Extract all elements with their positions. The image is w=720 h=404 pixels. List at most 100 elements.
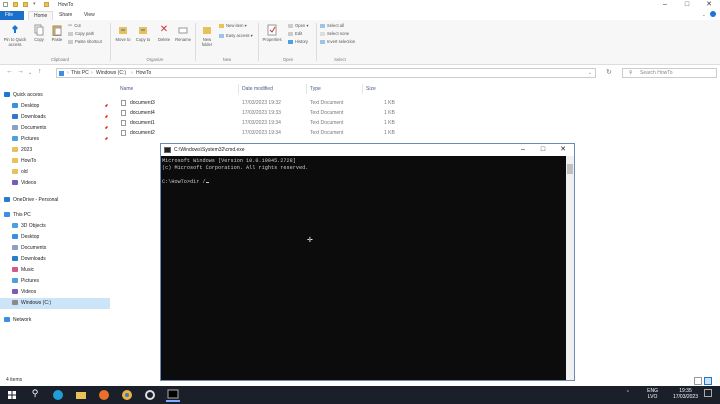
cmd-titlebar[interactable]: C:\Windows\System32\cmd.exe – □ ✕ xyxy=(161,144,574,156)
expand-ribbon-icon[interactable]: ⌄ xyxy=(702,12,706,18)
address-dropdown-icon[interactable]: ⌄ xyxy=(588,70,592,76)
properties-quick-icon[interactable] xyxy=(13,2,18,7)
file-row[interactable]: document3 17/03/2023 19:32 Text Document 1 … xyxy=(118,98,408,108)
cmd-minimize-button[interactable]: – xyxy=(513,144,533,156)
recent-locations-icon[interactable]: ⌄ xyxy=(28,70,32,76)
copy-path-button[interactable]: Copy path xyxy=(68,31,94,37)
sidebar-item-windows-c[interactable]: Windows (C:) xyxy=(0,298,110,309)
new-item-button[interactable]: New item ▾ xyxy=(219,23,247,29)
copy-to-button[interactable]: Copy to xyxy=(134,24,152,42)
rename-button[interactable]: Rename xyxy=(174,24,192,42)
notifications-icon[interactable] xyxy=(704,389,712,397)
large-icons-view-icon[interactable] xyxy=(704,377,712,385)
firefox-icon[interactable] xyxy=(97,388,111,402)
tray-chevron-icon[interactable]: ⌃ xyxy=(626,390,630,396)
address-bar[interactable]: › This PC › Windows (C:) › HowTo ⌄ xyxy=(56,68,596,78)
sidebar-item-downloads[interactable]: Downloads xyxy=(12,254,46,265)
language-layout: LVO xyxy=(647,394,658,400)
maximize-button[interactable]: □ xyxy=(676,0,698,10)
sidebar-item-quick-access[interactable]: Quick access xyxy=(4,90,43,101)
sidebar-item-network[interactable]: Network xyxy=(4,315,31,326)
sidebar-item-2023[interactable]: 2023 xyxy=(12,145,32,156)
file-row[interactable]: document4 17/03/2023 19:33 Text Document 1 … xyxy=(118,108,408,118)
refresh-icon[interactable]: ↻ xyxy=(606,68,612,76)
file-list: Name Date modified Type Size document3 17… xyxy=(118,82,718,142)
pin-icon[interactable]: 📌 xyxy=(104,137,108,141)
clock[interactable]: 19:35 17/03/2023 xyxy=(673,388,698,400)
column-header-size[interactable]: Size xyxy=(366,86,376,92)
delete-button[interactable]: ✕ Delete xyxy=(155,24,173,42)
sidebar-item-videos[interactable]: Videos xyxy=(12,178,36,189)
edge-icon[interactable] xyxy=(51,388,65,402)
sidebar-item-howto[interactable]: HowTo xyxy=(12,156,36,167)
sidebar-item-3d-objects[interactable]: 3D Objects xyxy=(12,221,46,232)
open-button[interactable]: Open ▾ xyxy=(288,23,309,29)
new-folder-button[interactable]: New folder xyxy=(198,24,216,47)
breadcrumb-windows-c[interactable]: Windows (C:) xyxy=(96,70,126,76)
file-row[interactable]: document1 17/03/2023 19:34 Text Document 1 … xyxy=(118,118,408,128)
sidebar-item-pictures[interactable]: Pictures xyxy=(12,134,39,145)
pin-icon[interactable]: 📌 xyxy=(104,115,108,119)
sidebar-item-this-pc[interactable]: This PC xyxy=(4,210,31,221)
column-header-name[interactable]: Name xyxy=(120,86,133,92)
folder-icon xyxy=(12,245,18,251)
minimize-button[interactable]: – xyxy=(654,0,676,10)
breadcrumb-this-pc[interactable]: This PC xyxy=(71,70,89,76)
cmd-scrollbar-thumb[interactable] xyxy=(567,164,573,174)
chrome-icon[interactable] xyxy=(120,388,134,402)
chevron-down-icon[interactable]: ▾ xyxy=(33,2,38,7)
pin-icon[interactable]: 📌 xyxy=(104,126,108,130)
sidebar-item-music[interactable]: Music xyxy=(12,265,34,276)
search-taskbar-icon[interactable]: ⚲ xyxy=(28,388,42,402)
column-header-type[interactable]: Type xyxy=(310,86,321,92)
details-view-icon[interactable] xyxy=(694,377,702,385)
sidebar-item-old[interactable]: old xyxy=(12,167,28,178)
scissors-icon: ✂ xyxy=(68,23,73,29)
paste-button[interactable]: Paste xyxy=(49,24,65,42)
sidebar-item-videos[interactable]: Videos xyxy=(12,287,36,298)
paste-shortcut-button[interactable]: Paste shortcut xyxy=(68,39,102,45)
copy-button[interactable]: Copy xyxy=(31,24,47,42)
help-icon[interactable] xyxy=(710,11,716,17)
tab-share[interactable]: Share xyxy=(54,11,77,20)
start-button[interactable] xyxy=(5,388,19,402)
cmd-maximize-button[interactable]: □ xyxy=(533,144,553,156)
close-button[interactable]: ✕ xyxy=(698,0,720,10)
sidebar-item-pictures[interactable]: Pictures xyxy=(12,276,39,287)
sidebar-item-downloads[interactable]: Downloads xyxy=(12,112,46,123)
up-arrow-icon[interactable]: ↑ xyxy=(38,68,42,75)
cmd-close-button[interactable]: ✕ xyxy=(553,144,573,156)
easy-access-button[interactable]: Easy access ▾ xyxy=(219,33,253,39)
edit-button[interactable]: Edit xyxy=(288,31,302,37)
forward-arrow-icon[interactable]: → xyxy=(17,68,24,75)
properties-button[interactable]: Properties xyxy=(260,24,284,42)
sidebar-item-desktop[interactable]: Desktop xyxy=(12,101,39,112)
move-to-button[interactable]: Move to xyxy=(114,24,132,42)
tab-view[interactable]: View xyxy=(79,11,100,20)
select-none-button[interactable]: Select none xyxy=(320,31,349,37)
file-row[interactable]: document2 17/03/2023 19:34 Text Document 1 … xyxy=(118,128,408,138)
column-header-date[interactable]: Date modified xyxy=(242,86,273,92)
sidebar-item-onedrive-personal[interactable]: OneDrive - Personal xyxy=(4,195,58,206)
sidebar-item-desktop[interactable]: Desktop xyxy=(12,232,39,243)
select-all-button[interactable]: Select all xyxy=(320,23,344,29)
file-explorer-icon[interactable] xyxy=(74,388,88,402)
history-button[interactable]: History xyxy=(288,39,308,45)
cmd-taskbar-icon[interactable] xyxy=(166,388,180,402)
search-input[interactable]: ⚲ Search HowTo xyxy=(622,68,717,78)
pin-quick-access-button[interactable]: Pin to Quick access xyxy=(2,24,28,47)
tab-file[interactable]: File xyxy=(0,11,24,20)
back-arrow-icon[interactable]: ← xyxy=(6,68,13,75)
sidebar-item-documents[interactable]: Documents xyxy=(12,123,46,134)
breadcrumb-howto[interactable]: HowTo xyxy=(136,70,151,76)
language-indicator[interactable]: ENG LVO xyxy=(647,388,658,400)
invert-selection-button[interactable]: Invert selection xyxy=(320,39,355,45)
sidebar-item-documents[interactable]: Documents xyxy=(12,243,46,254)
cut-button[interactable]: ✂ Cut xyxy=(68,23,81,29)
cmd-console[interactable]: Microsoft Windows [Version 10.0.19045.27… xyxy=(161,156,567,380)
cmd-scrollbar[interactable] xyxy=(566,156,574,380)
cmd-window[interactable]: C:\Windows\System32\cmd.exe – □ ✕ Micros… xyxy=(160,143,575,381)
pin-icon[interactable]: 📌 xyxy=(104,104,108,108)
obs-icon[interactable] xyxy=(143,388,157,402)
new-folder-quick-icon[interactable] xyxy=(23,2,28,7)
